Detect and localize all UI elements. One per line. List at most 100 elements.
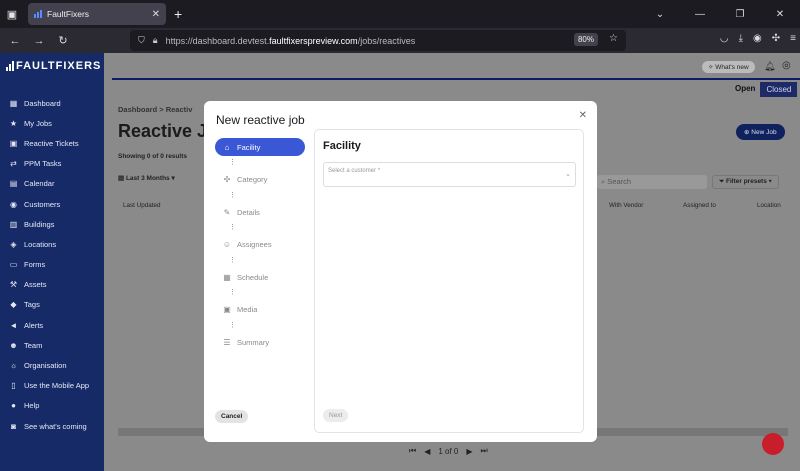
sidebar-item-label: Locations <box>24 239 57 249</box>
alerts-icon: ◄ <box>9 320 18 330</box>
step-summary[interactable]: ☰ Summary <box>215 333 305 351</box>
sidebar-item-organisation[interactable]: ☼ Organisation <box>0 355 104 375</box>
sidebar-item-reactive-tickets[interactable]: ▣ Reactive Tickets <box>0 133 104 153</box>
next-page-icon[interactable]: ▶ <box>466 447 472 456</box>
forward-icon[interactable]: → <box>27 35 51 47</box>
step-connector: ⋮ <box>229 321 236 329</box>
sidebar-item-locations[interactable]: ◈ Locations <box>0 234 104 254</box>
step-category[interactable]: ✣ Category <box>215 171 305 189</box>
logo-icon <box>6 61 14 71</box>
download-icon[interactable]: ⤓ <box>739 33 743 44</box>
column-header[interactable]: Last Updated <box>123 202 160 209</box>
column-header[interactable]: With Vendor <box>609 202 643 209</box>
menu-icon[interactable]: ≡ <box>790 33 796 44</box>
url-path: /jobs/reactives <box>357 35 416 46</box>
close-icon[interactable]: ✕ <box>579 110 587 121</box>
step-facility[interactable]: ⌂ Facility <box>215 138 305 156</box>
tab-open[interactable]: Open <box>730 82 760 97</box>
sidebar-item-alerts[interactable]: ◄ Alerts <box>0 315 104 335</box>
chevron-down-icon[interactable]: ⌄ <box>640 9 680 20</box>
whats-new-button[interactable]: ✧ What's new <box>702 61 755 73</box>
step-connector: ⋮ <box>229 256 236 264</box>
minimize-icon[interactable]: — <box>680 9 720 20</box>
tab-overview-icon[interactable]: ▣ <box>0 0 24 28</box>
close-window-icon[interactable]: ✕ <box>760 9 800 20</box>
bell-icon[interactable]: 🔔︎ <box>764 61 775 72</box>
forms-icon: ▭ <box>9 260 18 270</box>
browser-tab[interactable]: FaultFixers ✕ <box>28 3 166 25</box>
new-job-label: New Job <box>751 129 777 136</box>
step-label: Assignees <box>237 240 272 249</box>
step-details[interactable]: ✎ Details <box>215 203 305 221</box>
step-label: Category <box>237 175 268 184</box>
step-schedule[interactable]: ▦ Schedule <box>215 268 305 286</box>
customer-select-placeholder: Select a customer * <box>328 168 381 174</box>
lock-icon[interactable]: 🔒︎ <box>153 35 158 46</box>
filter-presets-label: Filter presets <box>726 178 767 185</box>
new-job-button[interactable]: ⊕ New Job <box>736 124 785 140</box>
step-label: Media <box>237 305 258 314</box>
extensions-icon[interactable]: ✣ <box>772 33 780 44</box>
url-bar[interactable]: ⛉ 🔒︎ https://dashboard.devtest. faultfixe… <box>130 30 626 51</box>
sidebar-item-dashboard[interactable]: ▦ Dashboard <box>0 93 104 113</box>
sidebar-item-label: Alerts <box>24 320 44 330</box>
sidebar-item-calendar[interactable]: ▤ Calendar <box>0 174 104 194</box>
restore-icon[interactable]: ❐ <box>720 9 760 20</box>
sidebar-item-customers[interactable]: ◉ Customers <box>0 194 104 214</box>
pocket-icon[interactable]: ◡ <box>720 33 729 44</box>
customer-select[interactable]: Select a customer * ⌄ <box>323 162 576 187</box>
tab-closed[interactable]: Closed <box>760 82 798 97</box>
search-placeholder: Search <box>607 177 632 186</box>
bookmark-star-icon[interactable]: ☆ <box>609 33 618 44</box>
facility-panel: Facility Select a customer * ⌄ Next <box>314 129 584 433</box>
account-icon[interactable]: ◉ <box>753 33 762 44</box>
zoom-level[interactable]: 80% <box>573 33 598 46</box>
step-label: Facility <box>237 142 261 152</box>
new-tab-icon[interactable]: + <box>174 6 182 22</box>
calendar-icon: ▤ <box>118 175 126 182</box>
date-filter[interactable]: ▤ Last 3 Months ▾ <box>118 174 175 182</box>
sidebar-item-team[interactable]: ☻ Team <box>0 335 104 355</box>
column-header[interactable]: Assigned to <box>683 202 716 209</box>
sidebar-item-label: Calendar <box>24 179 55 189</box>
calendar-icon: ▤ <box>9 179 18 189</box>
sidebar-item-ppm-tasks[interactable]: ⇄ PPM Tasks <box>0 154 104 174</box>
sidebar-item-help[interactable]: ● Help <box>0 396 104 416</box>
tab-title: FaultFixers <box>47 9 90 19</box>
sidebar-item-use-the-mobile-app[interactable]: ▯ Use the Mobile App <box>0 376 104 396</box>
next-button[interactable]: Next <box>323 409 349 422</box>
pencil-icon: ✎ <box>223 207 231 217</box>
sidebar-item-see-what-s-coming[interactable]: ◙ See what's coming <box>0 416 104 436</box>
prev-page-icon[interactable]: ◀ <box>424 447 430 456</box>
step-media[interactable]: ▣ Media <box>215 301 305 319</box>
sidebar-item-my-jobs[interactable]: ★ My Jobs <box>0 113 104 133</box>
sidebar-item-buildings[interactable]: ▥ Buildings <box>0 214 104 234</box>
breadcrumb[interactable]: Dashboard > Reactiv <box>118 105 192 114</box>
search-input[interactable]: ⌕ Search <box>597 175 707 189</box>
logo[interactable]: FAULTFIXERS <box>6 60 101 72</box>
filter-presets-button[interactable]: ⏷ Filter presets ▾ <box>712 175 779 189</box>
cancel-button[interactable]: Cancel <box>215 410 249 423</box>
sidebar-item-assets[interactable]: ⚒ Assets <box>0 275 104 295</box>
sidebar-item-tags[interactable]: ◆ Tags <box>0 295 104 315</box>
new-reactive-job-modal: New reactive job ✕ ⌂ Facility ⋮ ✣ Category ⋮ ✎… <box>204 101 597 442</box>
step-assignees[interactable]: ☺ Assignees <box>215 236 305 254</box>
sidebar: FAULTFIXERS ▦ Dashboard ★ My Jobs ▣ Reactive … <box>0 53 104 471</box>
sidebar-item-label: PPM Tasks <box>24 159 62 169</box>
column-header[interactable]: Location <box>757 202 781 209</box>
user-icon[interactable]: ◎ <box>782 60 791 71</box>
puzzle-icon: ✣ <box>223 175 231 184</box>
chat-icon[interactable] <box>762 433 784 455</box>
first-page-icon[interactable]: ⏮ <box>409 446 416 456</box>
comment-icon: ◙ <box>11 421 16 431</box>
panel-title: Facility <box>323 140 361 152</box>
close-tab-icon[interactable]: ✕ <box>152 9 160 20</box>
back-icon[interactable]: ← <box>3 35 27 47</box>
favicon-icon <box>34 10 42 18</box>
reload-icon[interactable]: ↻ <box>51 34 75 47</box>
last-page-icon[interactable]: ⏭ <box>481 446 488 456</box>
shield-icon[interactable]: ⛉ <box>138 35 145 46</box>
step-label: Schedule <box>237 272 269 282</box>
wrench-icon: ⚒ <box>9 280 18 290</box>
sidebar-item-forms[interactable]: ▭ Forms <box>0 255 104 275</box>
